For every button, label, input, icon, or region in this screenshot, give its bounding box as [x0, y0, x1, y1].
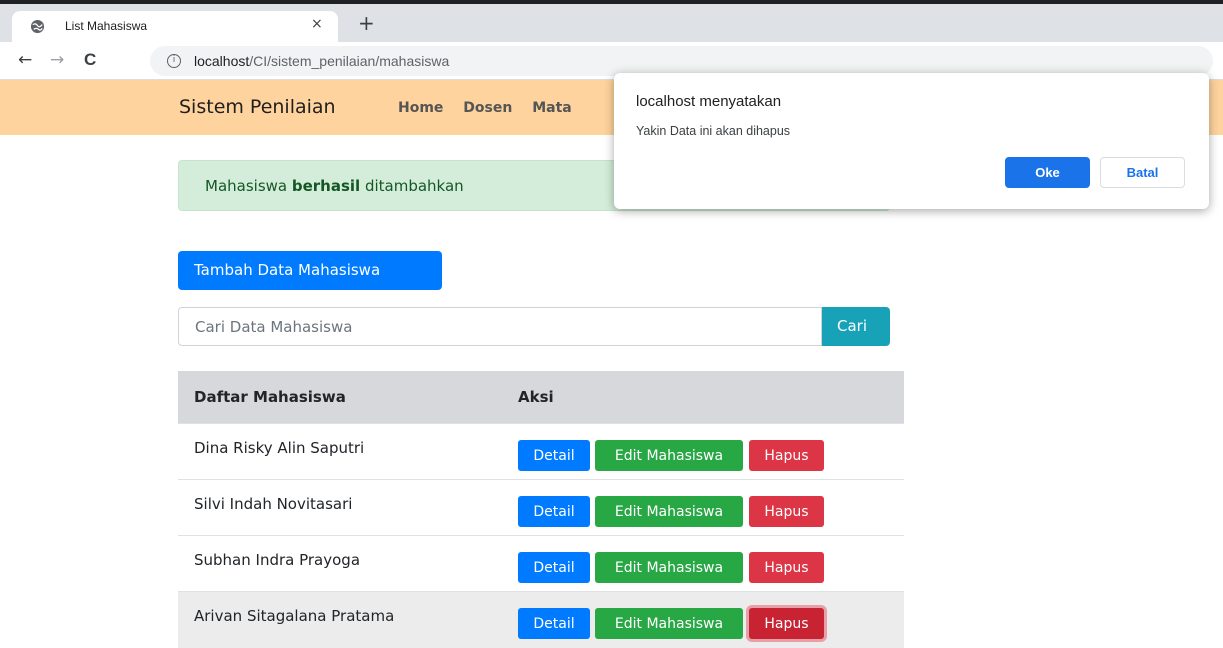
reload-icon[interactable]: C	[84, 50, 96, 70]
table-header: Daftar Mahasiswa Aksi	[178, 371, 904, 423]
student-name: Subhan Indra Prayoga	[194, 551, 361, 569]
tab-title: List Mahasiswa	[65, 19, 148, 33]
browser-tab[interactable]: List Mahasiswa ×	[12, 11, 338, 42]
delete-button[interactable]: Hapus	[749, 440, 824, 471]
info-icon[interactable]: i	[167, 54, 181, 68]
nav-link-home[interactable]: Home	[398, 100, 443, 116]
edit-button[interactable]: Edit Mahasiswa	[595, 440, 743, 471]
delete-button[interactable]: Hapus	[749, 608, 824, 639]
ok-button[interactable]: Oke	[1005, 157, 1090, 188]
nav-link-mata[interactable]: Mata	[532, 100, 572, 116]
alert-emphasis: berhasil	[291, 177, 361, 195]
detail-button[interactable]: Detail	[518, 440, 590, 471]
edit-button[interactable]: Edit Mahasiswa	[595, 608, 743, 639]
globe-icon	[30, 19, 45, 34]
delete-button[interactable]: Hapus	[749, 496, 824, 527]
table-row: Arivan Sitagalana Pratama Detail Edit Ma…	[178, 591, 904, 648]
confirm-dialog: localhost menyatakan Yakin Data ini akan…	[614, 73, 1209, 209]
dialog-message: Yakin Data ini akan dihapus	[636, 124, 791, 138]
detail-button[interactable]: Detail	[518, 608, 590, 639]
edit-button[interactable]: Edit Mahasiswa	[595, 552, 743, 583]
table-row: Subhan Indra Prayoga Detail Edit Mahasis…	[178, 535, 904, 592]
brand-title[interactable]: Sistem Penilaian	[179, 96, 336, 118]
header-daftar-mahasiswa: Daftar Mahasiswa	[194, 388, 346, 406]
close-tab-icon[interactable]: ×	[311, 16, 323, 32]
detail-button[interactable]: Detail	[518, 496, 590, 527]
detail-button[interactable]: Detail	[518, 552, 590, 583]
edit-button[interactable]: Edit Mahasiswa	[595, 496, 743, 527]
table-row: Dina Risky Alin Saputri Detail Edit Maha…	[178, 423, 904, 480]
nav-links: Home Dosen Mata	[398, 100, 587, 116]
search-box	[178, 307, 822, 346]
search-button[interactable]: Cari	[822, 307, 890, 346]
header-aksi: Aksi	[518, 388, 554, 406]
dialog-title: localhost menyatakan	[636, 93, 782, 110]
add-mahasiswa-button[interactable]: Tambah Data Mahasiswa	[178, 251, 442, 290]
student-name: Silvi Indah Novitasari	[194, 495, 353, 513]
browser-window: List Mahasiswa × + ← → C i localhost/CI/…	[0, 0, 1223, 648]
search-input[interactable]	[179, 308, 821, 345]
nav-link-dosen[interactable]: Dosen	[463, 100, 512, 116]
cancel-button[interactable]: Batal	[1100, 157, 1185, 188]
student-name: Dina Risky Alin Saputri	[194, 439, 365, 457]
address-bar[interactable]: i localhost/CI/sistem_penilaian/mahasisw…	[150, 46, 1213, 76]
tab-strip: List Mahasiswa × +	[0, 4, 1223, 42]
new-tab-icon[interactable]: +	[358, 13, 375, 33]
forward-arrow-icon[interactable]: →	[50, 50, 64, 70]
url-text: localhost/CI/sistem_penilaian/mahasiswa	[194, 53, 450, 69]
delete-button[interactable]: Hapus	[749, 552, 824, 583]
back-arrow-icon[interactable]: ←	[18, 50, 32, 70]
table-row: Silvi Indah Novitasari Detail Edit Mahas…	[178, 479, 904, 536]
student-name: Arivan Sitagalana Pratama	[194, 607, 395, 625]
